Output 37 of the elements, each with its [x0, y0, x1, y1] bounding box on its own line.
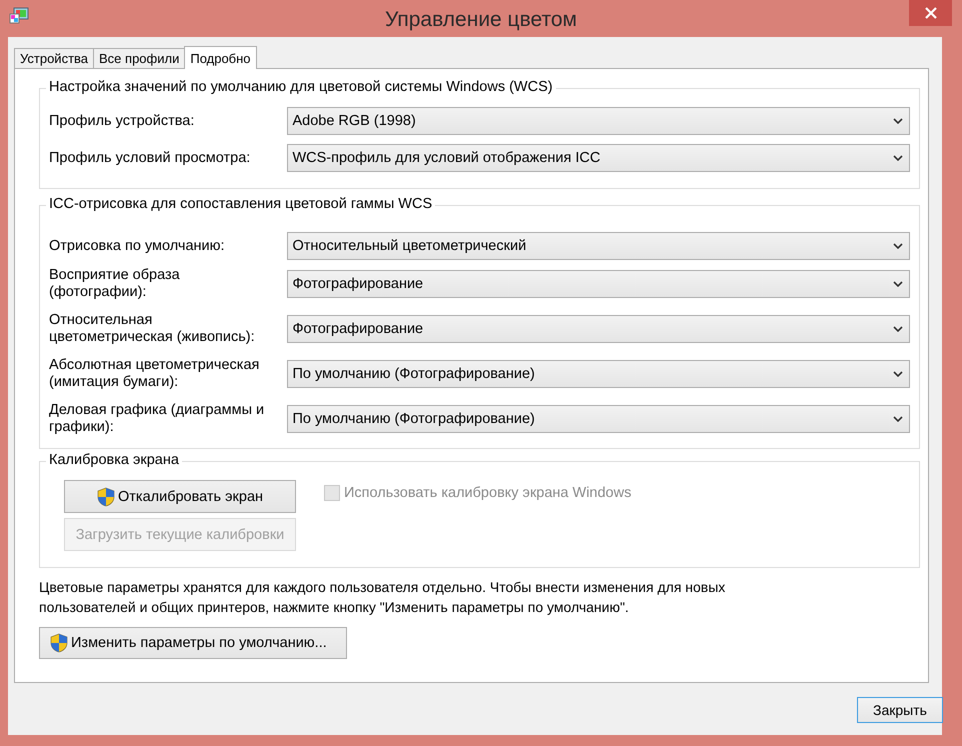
tab[interactable]: Устройства [14, 48, 94, 68]
field-label: Восприятие образа (фотографии): [49, 267, 181, 301]
group-title: Калибровка экрана [46, 452, 182, 468]
close-button[interactable]: Закрыть [857, 697, 943, 723]
field-label: Относительная цветометрическая (живопись): [49, 312, 256, 346]
window-title: Управление цветом [384, 8, 577, 32]
chevron-down-icon [893, 243, 903, 249]
field-label: Профиль устройства: [49, 112, 196, 130]
shield-icon [50, 633, 68, 653]
dropdown[interactable]: Относительный цветометрический [287, 232, 910, 260]
chevron-down-icon [893, 416, 903, 422]
dropdown[interactable]: По умолчанию (Фотографирование) [287, 360, 910, 388]
chevron-down-icon [893, 155, 903, 161]
group-title: Настройка значений по умолчанию для цветовой системы Windows (WCS) [46, 79, 556, 95]
chevron-down-icon [893, 118, 903, 124]
dropdown[interactable]: По умолчанию (Фотографирование) [287, 405, 910, 433]
close-icon [924, 7, 936, 19]
field-label: Абсолютная цветометрическая (имитация бумаги): [49, 357, 260, 391]
color-profile-app-icon [9, 7, 29, 25]
chevron-down-icon [893, 281, 903, 287]
chevron-down-icon [893, 371, 903, 377]
dropdown[interactable]: Фотографирование [287, 270, 910, 298]
tab[interactable]: Все профили [93, 48, 186, 68]
calibrate-button[interactable]: Откалибровать экран [64, 480, 296, 513]
dropdown[interactable]: WCS-профиль для условий отображения ICC [287, 144, 910, 172]
tab[interactable]: Подробно [184, 46, 257, 69]
field-label: Деловая графика (диаграммы и графики): [49, 402, 266, 436]
dropdown[interactable]: Фотографирование [287, 315, 910, 343]
group-title: ICC-отрисовка для сопоставления цветовой гаммы WCS [46, 196, 436, 212]
chevron-down-icon [893, 326, 903, 332]
shield-icon [96, 486, 115, 506]
dropdown[interactable]: Adobe RGB (1998) [287, 107, 910, 135]
change-defaults-button[interactable]: Изменить параметры по умолчанию... [39, 627, 347, 659]
field-label: Отрисовка по умолчанию: [49, 238, 226, 254]
info-text: Цветовые параметры хранятся для каждого пользователя отдельно. Чтобы внести изменения для новых пользователей и общих принтеров, нажмите кнопку "Изменить параметры по умолчанию". [39, 578, 726, 617]
close-window-button[interactable] [909, 0, 952, 26]
field-label: Профиль условий просмотра: [49, 150, 252, 166]
